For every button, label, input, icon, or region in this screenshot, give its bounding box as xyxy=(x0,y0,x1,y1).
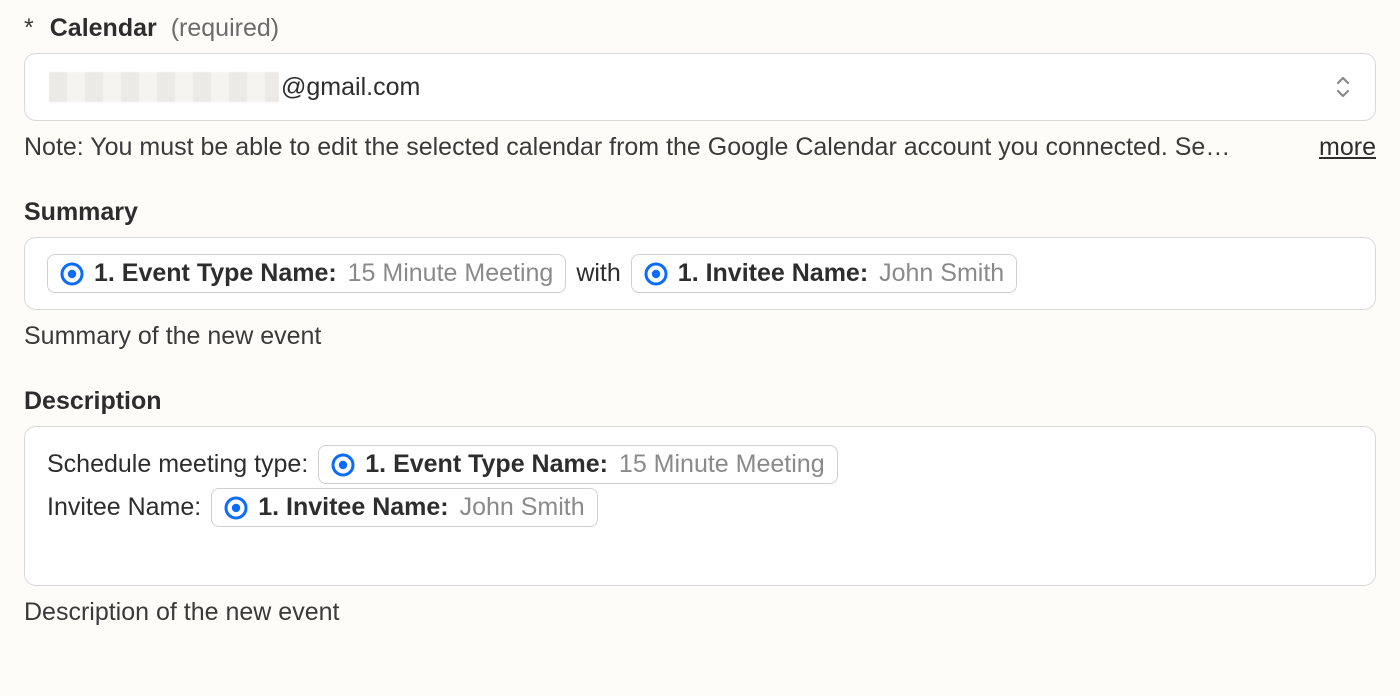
required-star: * xyxy=(24,14,34,43)
token-value: 15 Minute Meeting xyxy=(348,259,554,287)
description-helper: Description of the new event xyxy=(24,598,1376,627)
token-value: 15 Minute Meeting xyxy=(619,450,825,478)
summary-heading: Summary xyxy=(24,198,1376,227)
token-label: 1. Invitee Name: xyxy=(258,493,448,521)
calendar-note-row: Note: You must be able to edit the selec… xyxy=(24,133,1376,162)
calendar-redacted-prefix xyxy=(49,72,279,102)
token-label: 1. Event Type Name: xyxy=(94,259,337,287)
calendly-icon xyxy=(224,496,248,520)
calendar-note-more[interactable]: more xyxy=(1319,133,1376,162)
summary-field: Summary 1. Event Type Name: 15 Minute Me… xyxy=(24,198,1376,351)
description-input[interactable]: Schedule meeting type: 1. Event Type Nam… xyxy=(24,426,1376,586)
calendar-label-row: * Calendar (required) xyxy=(24,14,1376,43)
description-token-invitee[interactable]: 1. Invitee Name: John Smith xyxy=(211,488,597,527)
description-field: Description Schedule meeting type: 1. Ev… xyxy=(24,387,1376,627)
token-label: 1. Event Type Name: xyxy=(365,450,608,478)
token-value: John Smith xyxy=(460,493,585,521)
description-heading: Description xyxy=(24,387,1376,416)
token-value: John Smith xyxy=(879,259,1004,287)
summary-content: 1. Event Type Name: 15 Minute Meeting wi… xyxy=(47,254,1353,293)
calendar-select[interactable]: @gmail.com xyxy=(24,53,1376,121)
description-token-event-type[interactable]: 1. Event Type Name: 15 Minute Meeting xyxy=(318,445,837,484)
calendly-icon xyxy=(60,262,84,286)
summary-input[interactable]: 1. Event Type Name: 15 Minute Meeting wi… xyxy=(24,237,1376,310)
description-line-1: Schedule meeting type: 1. Event Type Nam… xyxy=(47,445,1353,484)
description-line-2: Invitee Name: 1. Invitee Name: John Smit… xyxy=(47,488,1353,527)
calendly-icon xyxy=(644,262,668,286)
calendar-note: Note: You must be able to edit the selec… xyxy=(24,133,1299,162)
calendar-required: (required) xyxy=(171,14,279,43)
summary-token-invitee[interactable]: 1. Invitee Name: John Smith xyxy=(631,254,1017,293)
calendar-field: * Calendar (required) @gmail.com Note: Y… xyxy=(24,14,1376,162)
summary-helper: Summary of the new event xyxy=(24,322,1376,351)
calendar-label: Calendar xyxy=(50,14,157,43)
summary-with-text: with xyxy=(576,259,620,288)
chevron-up-down-icon xyxy=(1335,76,1351,98)
calendar-select-value: @gmail.com xyxy=(49,72,420,102)
calendar-email-suffix: @gmail.com xyxy=(281,73,420,102)
token-label: 1. Invitee Name: xyxy=(678,259,868,287)
description-line2-prefix: Invitee Name: xyxy=(47,493,201,522)
description-line1-prefix: Schedule meeting type: xyxy=(47,450,308,479)
calendly-icon xyxy=(331,453,355,477)
summary-token-event-type[interactable]: 1. Event Type Name: 15 Minute Meeting xyxy=(47,254,566,293)
